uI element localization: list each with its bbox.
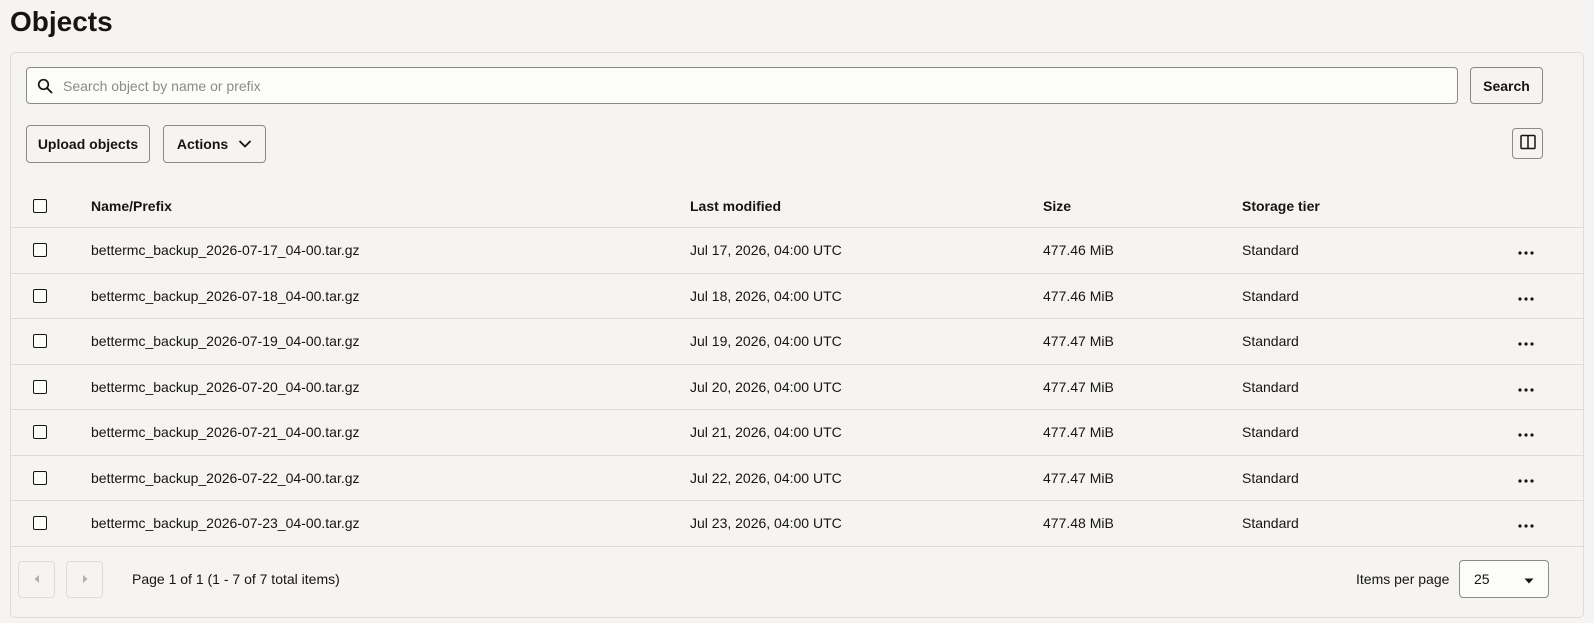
search-input[interactable]: [63, 68, 1457, 103]
storage-tier: Standard: [1242, 424, 1299, 441]
object-name[interactable]: bettermc_backup_2026-07-20_04-00.tar.gz: [91, 379, 360, 395]
column-header-name[interactable]: Name/Prefix: [91, 198, 172, 214]
more-horizontal-icon: [1518, 288, 1534, 304]
page-title: Objects: [10, 6, 113, 37]
row-actions-button[interactable]: [1511, 379, 1541, 395]
object-name[interactable]: bettermc_backup_2026-07-21_04-00.tar.gz: [91, 424, 360, 440]
row-actions-button[interactable]: [1511, 288, 1541, 304]
column-header-size[interactable]: Size: [1043, 198, 1071, 214]
last-modified: Jul 22, 2026, 04:00 UTC: [690, 469, 842, 486]
search-icon: [27, 78, 63, 94]
object-size: 477.47 MiB: [1043, 469, 1114, 486]
items-per-page-value: 25: [1474, 571, 1490, 587]
actions-button[interactable]: Actions: [163, 125, 266, 163]
objects-table: Name/Prefix Last modified Size Storage t…: [11, 184, 1583, 547]
object-name[interactable]: bettermc_backup_2026-07-19_04-00.tar.gz: [91, 333, 360, 349]
more-horizontal-icon: [1518, 333, 1534, 349]
last-modified: Jul 19, 2026, 04:00 UTC: [690, 333, 842, 350]
row-checkbox[interactable]: [33, 425, 47, 440]
table-row[interactable]: bettermc_backup_2026-07-20_04-00.tar.gz J…: [11, 365, 1583, 410]
storage-tier: Standard: [1242, 469, 1299, 486]
column-header-storage-tier[interactable]: Storage tier: [1242, 198, 1320, 214]
pagination-bar: Page 1 of 1 (1 - 7 of 7 total items) Ite…: [11, 551, 1583, 617]
object-name[interactable]: bettermc_backup_2026-07-18_04-00.tar.gz: [91, 288, 360, 304]
next-page-button[interactable]: [66, 561, 103, 598]
upload-objects-button[interactable]: Upload objects: [26, 125, 150, 163]
caret-left-icon: [33, 571, 41, 589]
storage-tier: Standard: [1242, 287, 1299, 304]
table-row[interactable]: bettermc_backup_2026-07-22_04-00.tar.gz J…: [11, 456, 1583, 501]
storage-tier: Standard: [1242, 333, 1299, 350]
last-modified: Jul 17, 2026, 04:00 UTC: [690, 242, 842, 259]
row-checkbox[interactable]: [33, 334, 47, 349]
object-name[interactable]: bettermc_backup_2026-07-22_04-00.tar.gz: [91, 470, 360, 486]
object-size: 477.46 MiB: [1043, 242, 1114, 259]
object-size: 477.47 MiB: [1043, 424, 1114, 441]
row-actions-button[interactable]: [1511, 242, 1541, 258]
pagination-summary: Page 1 of 1 (1 - 7 of 7 total items): [132, 571, 340, 587]
caret-right-icon: [81, 571, 89, 589]
row-actions-button[interactable]: [1511, 424, 1541, 440]
row-checkbox[interactable]: [33, 243, 47, 258]
object-name[interactable]: bettermc_backup_2026-07-23_04-00.tar.gz: [91, 515, 360, 531]
select-all-checkbox[interactable]: [33, 198, 47, 213]
objects-panel: Search Upload objects Actions Name/Prefi…: [10, 52, 1584, 618]
storage-tier: Standard: [1242, 378, 1299, 395]
more-horizontal-icon: [1518, 515, 1534, 531]
table-row[interactable]: bettermc_backup_2026-07-19_04-00.tar.gz J…: [11, 319, 1583, 365]
more-horizontal-icon: [1518, 242, 1534, 258]
table-row[interactable]: bettermc_backup_2026-07-21_04-00.tar.gz J…: [11, 410, 1583, 456]
table-row[interactable]: bettermc_backup_2026-07-23_04-00.tar.gz J…: [11, 501, 1583, 547]
row-checkbox[interactable]: [33, 288, 47, 303]
row-actions-button[interactable]: [1511, 515, 1541, 531]
row-actions-button[interactable]: [1511, 333, 1541, 349]
table-row[interactable]: bettermc_backup_2026-07-18_04-00.tar.gz J…: [11, 274, 1583, 319]
row-checkbox[interactable]: [33, 516, 47, 531]
actions-label: Actions: [176, 136, 229, 152]
last-modified: Jul 20, 2026, 04:00 UTC: [690, 378, 842, 395]
chevron-down-icon: [238, 136, 252, 152]
object-name[interactable]: bettermc_backup_2026-07-17_04-00.tar.gz: [91, 242, 360, 258]
last-modified: Jul 21, 2026, 04:00 UTC: [690, 424, 842, 441]
split-panel-icon: [1519, 134, 1536, 153]
search-button[interactable]: Search: [1470, 67, 1543, 104]
row-actions-button[interactable]: [1511, 470, 1541, 486]
column-header-last-modified[interactable]: Last modified: [690, 198, 781, 214]
storage-tier: Standard: [1242, 242, 1299, 259]
items-per-page-label: Items per page: [1356, 571, 1450, 587]
object-size: 477.47 MiB: [1043, 333, 1114, 350]
table-header-row: Name/Prefix Last modified Size Storage t…: [11, 184, 1583, 228]
object-size: 477.48 MiB: [1043, 515, 1114, 532]
previous-page-button[interactable]: [18, 561, 55, 598]
caret-down-icon: [1524, 571, 1534, 587]
split-panel-button[interactable]: [1512, 128, 1543, 159]
more-horizontal-icon: [1518, 470, 1534, 486]
items-per-page-select[interactable]: 25: [1459, 560, 1549, 598]
storage-tier: Standard: [1242, 515, 1299, 532]
row-checkbox[interactable]: [33, 379, 47, 394]
row-checkbox[interactable]: [33, 470, 47, 485]
table-row[interactable]: bettermc_backup_2026-07-17_04-00.tar.gz J…: [11, 228, 1583, 274]
last-modified: Jul 23, 2026, 04:00 UTC: [690, 515, 842, 532]
last-modified: Jul 18, 2026, 04:00 UTC: [690, 287, 842, 304]
object-size: 477.46 MiB: [1043, 287, 1114, 304]
search-box[interactable]: [26, 67, 1458, 104]
more-horizontal-icon: [1518, 424, 1534, 440]
object-size: 477.47 MiB: [1043, 378, 1114, 395]
more-horizontal-icon: [1518, 379, 1534, 395]
